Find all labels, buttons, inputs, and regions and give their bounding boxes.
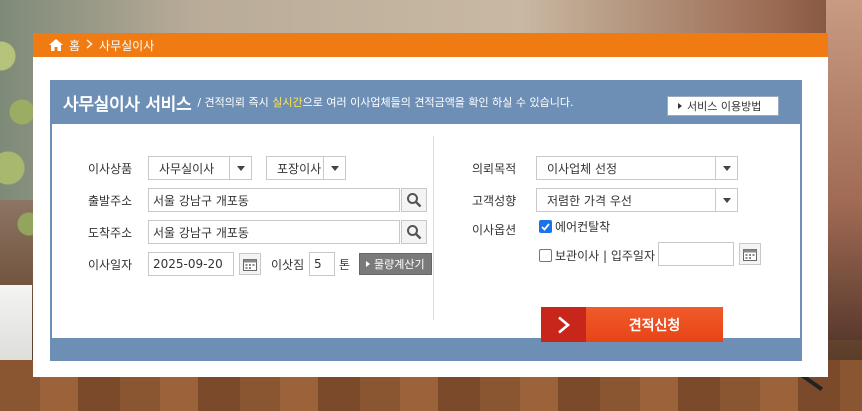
search-icon (407, 225, 422, 240)
service-guide-button[interactable]: 서비스 이용방법 (667, 96, 779, 116)
option-label: 이사옵션 (472, 223, 517, 237)
tendency-label: 고객성향 (472, 194, 517, 208)
chevron-down-icon (323, 157, 345, 179)
load-input[interactable]: 5 (309, 252, 335, 276)
from-label: 출발주소 (88, 194, 133, 208)
chevron-right-icon (86, 38, 93, 52)
volume-calculator-label: 물량계산기 (374, 258, 425, 271)
from-address-input[interactable]: 서울 강남구 개포동 (148, 188, 400, 212)
column-divider (433, 136, 434, 320)
checkbox-checked-icon (539, 220, 552, 233)
chevron-down-icon (229, 157, 251, 179)
pack-value: 포장이사 (277, 161, 322, 176)
purpose-select[interactable]: 이사업체 선정 (536, 156, 738, 180)
service-guide-label: 서비스 이용방법 (687, 100, 762, 113)
to-address-input[interactable]: 서울 강남구 개포동 (148, 220, 400, 244)
tendency-select[interactable]: 저렴한 가격 우선 (536, 188, 738, 212)
product-select[interactable]: 사무실이사 (148, 156, 252, 180)
breadcrumb-current: 사무실이사 (99, 38, 155, 53)
desc-suffix: 으로 여러 이사업체들의 견적금액을 확인 하실 수 있습니다. (302, 96, 574, 109)
form-body: 이사상품 사무실이사 포장이사 출발주소 서울 강남구 개포동 도착주소 서울 … (52, 124, 800, 342)
submit-quote-label: 견적신청 (586, 307, 723, 342)
aircon-option-checkbox[interactable]: 에어컨탈착 (539, 218, 610, 235)
date-label: 이사일자 (88, 258, 133, 272)
move-date-value: 2025-09-20 (153, 257, 223, 271)
purpose-value: 이사업체 선정 (547, 161, 618, 176)
background-chair (826, 0, 862, 340)
storage-date-input[interactable] (658, 242, 734, 266)
triangle-right-icon (678, 103, 682, 109)
load-label: 이삿짐 (271, 258, 305, 272)
volume-calculator-button[interactable]: 물량계산기 (359, 253, 432, 275)
page-description: / 견적의뢰 즉시 실시간으로 여러 이사업체들의 견적금액을 확인 하실 수 … (197, 94, 573, 110)
storage-date-calendar-button[interactable] (739, 243, 761, 265)
from-address-value: 서울 강남구 개포동 (153, 193, 249, 208)
pack-select[interactable]: 포장이사 (266, 156, 346, 180)
load-value: 5 (314, 257, 322, 271)
move-date-calendar-button[interactable] (239, 253, 261, 275)
calendar-icon (243, 258, 257, 271)
calendar-icon (743, 248, 757, 261)
desc-highlight: 실시간 (272, 96, 303, 109)
to-address-value: 서울 강남구 개포동 (153, 225, 249, 240)
storage-option-checkbox[interactable]: 보관이사 | 입주일자 (539, 247, 655, 264)
move-date-input[interactable]: 2025-09-20 (148, 252, 234, 276)
to-label: 도착주소 (88, 226, 133, 240)
product-value: 사무실이사 (159, 161, 215, 176)
content-panel: 사무실이사 서비스 / 견적의뢰 즉시 실시간으로 여러 이사업체들의 견적금액… (33, 57, 828, 377)
from-search-button[interactable] (401, 188, 427, 212)
to-search-button[interactable] (401, 220, 427, 244)
desc-prefix: / 견적의뢰 즉시 (197, 96, 273, 109)
triangle-right-icon (366, 261, 370, 267)
chevron-right-icon (541, 307, 586, 342)
breadcrumb-home[interactable]: 홈 (69, 37, 80, 54)
tendency-value: 저렴한 가격 우선 (547, 193, 632, 208)
checkbox-unchecked-icon (539, 249, 552, 262)
form-header: 사무실이사 서비스 / 견적의뢰 즉시 실시간으로 여러 이사업체들의 견적금액… (50, 80, 802, 124)
breadcrumb: 홈 사무실이사 (33, 33, 828, 57)
load-unit: 톤 (339, 258, 351, 272)
submit-quote-button[interactable]: 견적신청 (541, 307, 723, 342)
search-icon (407, 193, 422, 208)
aircon-option-label: 에어컨탈착 (555, 220, 611, 234)
home-icon[interactable] (49, 39, 63, 51)
product-label: 이사상품 (88, 162, 133, 176)
chevron-down-icon (715, 157, 737, 179)
page-title: 사무실이사 서비스 (63, 94, 192, 115)
storage-option-label: 보관이사 | 입주일자 (555, 249, 655, 263)
chevron-down-icon (715, 189, 737, 211)
purpose-label: 의뢰목적 (472, 162, 517, 176)
quote-form-box: 사무실이사 서비스 / 견적의뢰 즉시 실시간으로 여러 이사업체들의 견적금액… (50, 80, 802, 361)
